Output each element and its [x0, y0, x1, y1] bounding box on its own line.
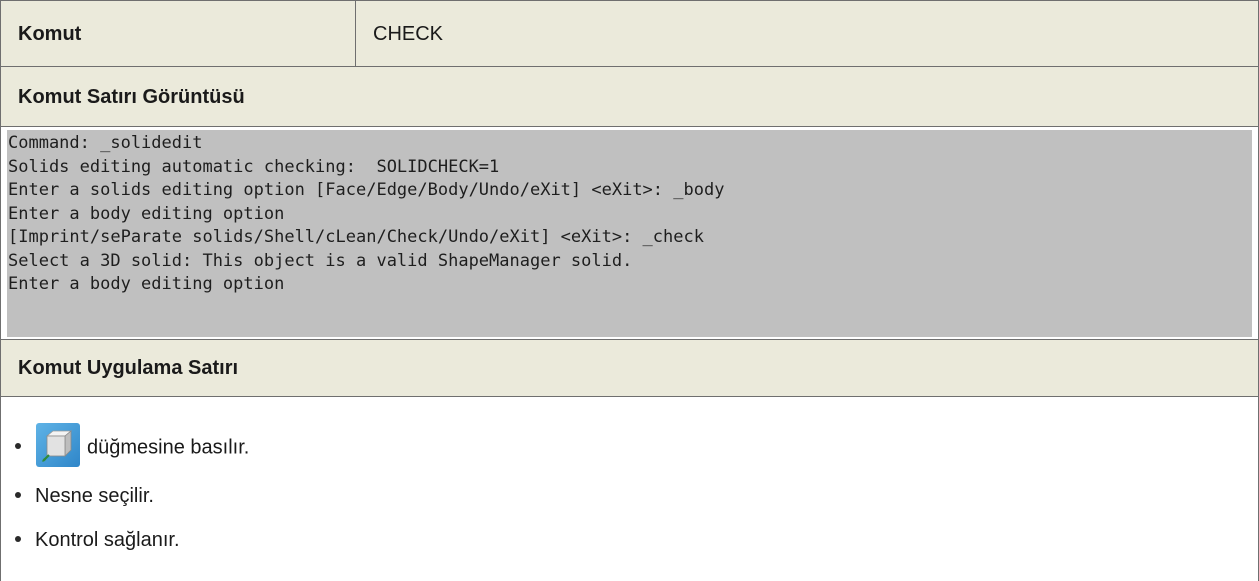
step-text: Kontrol sağlanır.: [35, 529, 180, 551]
step-item: düğmesine basılır.: [15, 422, 250, 471]
command-name-row: Komut CHECK: [0, 0, 1259, 67]
command-value: CHECK: [373, 23, 444, 45]
command-console: Command: _solidedit Solids editing autom…: [7, 130, 1252, 337]
step-item: Nesne seçilir.: [15, 485, 154, 508]
console-line: Enter a body editing option: [8, 274, 285, 294]
console-line: [Imprint/seParate solids/Shell/cLean/Che…: [8, 227, 704, 247]
command-line-heading: Komut Satırı Görüntüsü: [18, 86, 245, 108]
application-heading: Komut Uygulama Satırı: [18, 357, 239, 379]
bullet-icon: [15, 535, 21, 542]
step-text: düğmesine basılır.: [87, 436, 250, 459]
bullet-icon: [15, 491, 21, 498]
application-steps-row: düğmesine basılır. Nesne seçilir. Kontro…: [0, 397, 1259, 581]
check-solid-cube-icon[interactable]: [35, 422, 81, 468]
step-item: Kontrol sağlanır.: [15, 529, 180, 552]
command-line-heading-row: Komut Satırı Görüntüsü: [0, 67, 1259, 127]
command-label: Komut: [18, 23, 82, 45]
bullet-icon: [15, 443, 21, 449]
console-line: Enter a solids editing option [Face/Edge…: [8, 180, 725, 200]
command-reference-table: Komut CHECK Komut Satırı Görüntüsü Comma…: [0, 0, 1259, 581]
command-line-output-row: Command: _solidedit Solids editing autom…: [0, 127, 1259, 340]
step-text: Nesne seçilir.: [35, 485, 154, 507]
console-line: Select a 3D solid: This object is a vali…: [8, 250, 633, 271]
application-heading-row: Komut Uygulama Satırı: [0, 340, 1259, 397]
console-line: Enter a body editing option: [8, 203, 285, 224]
console-line: Solids editing automatic checking: SOLID…: [8, 156, 500, 177]
console-line: Command: _solidedit: [8, 133, 203, 153]
